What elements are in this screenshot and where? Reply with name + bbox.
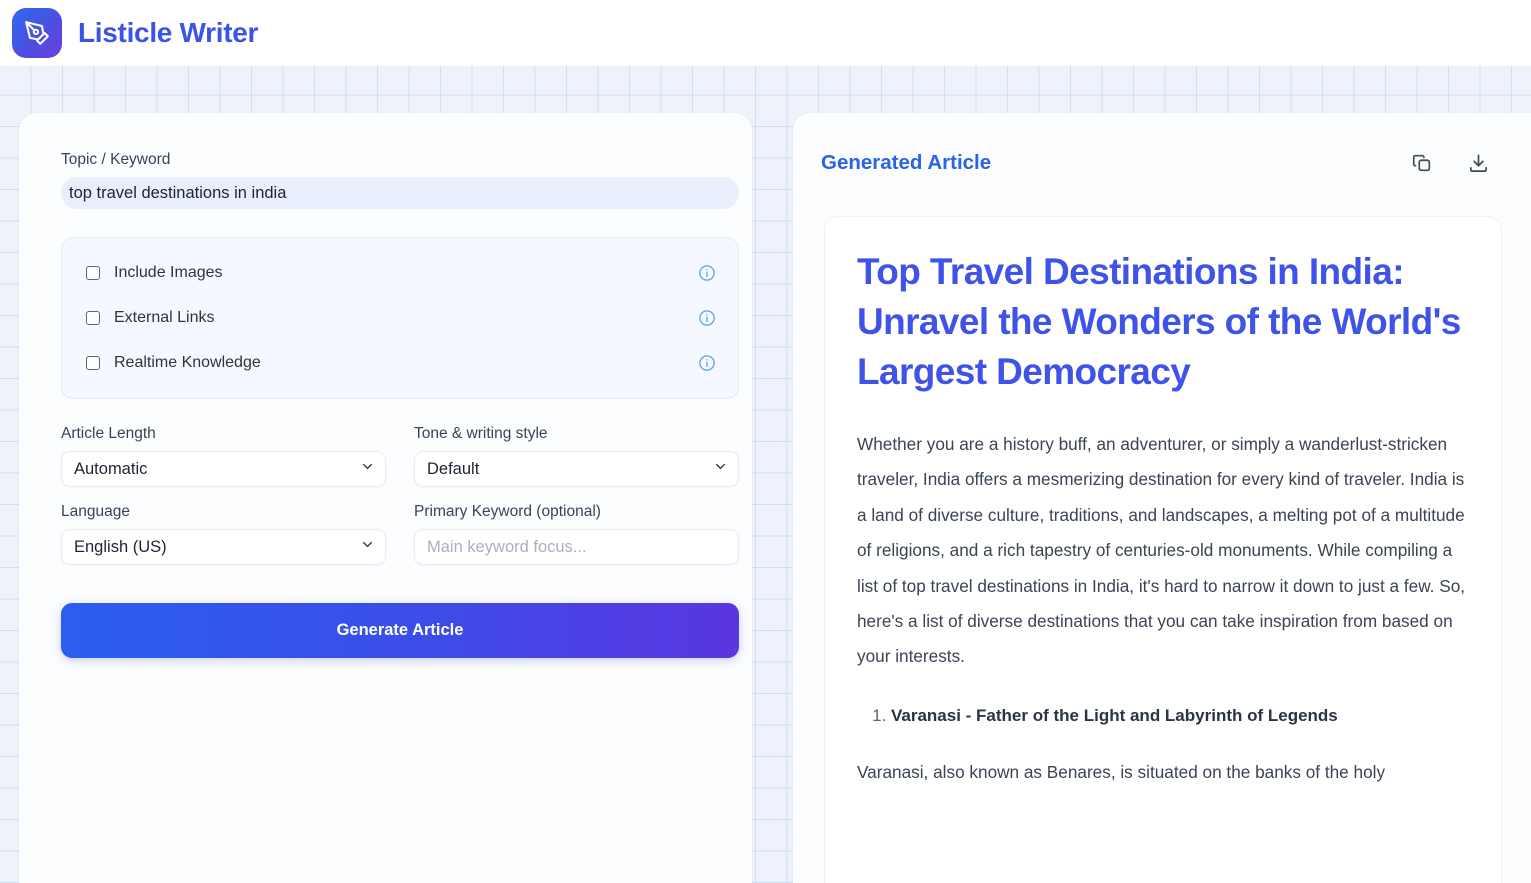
article-length-field: Article Length Automatic: [61, 425, 386, 487]
external-links-label: External Links: [114, 309, 215, 326]
info-circle-icon-external-links[interactable]: [698, 309, 716, 327]
realtime-knowledge-checkbox[interactable]: [86, 356, 100, 370]
page-title: Listicle Writer: [78, 17, 259, 48]
external-links-checkbox[interactable]: [86, 311, 100, 325]
article-length-label: Article Length: [61, 425, 156, 442]
language-field: Language English (US): [61, 503, 386, 565]
list-item: Varanasi - Father of the Light and Labyr…: [891, 701, 1469, 731]
info-circle-icon-realtime-knowledge[interactable]: [698, 354, 716, 372]
info-circle-icon-include-images[interactable]: [698, 264, 716, 282]
options-group: Include Images External Links Realtime K…: [61, 237, 739, 399]
copy-icon[interactable]: [1407, 148, 1437, 178]
article-ordered-list: Varanasi - Father of the Light and Labyr…: [891, 701, 1469, 731]
pen-nib-icon: [12, 8, 62, 58]
app-root: Listicle Writer Topic / Keyword Include …: [0, 0, 1531, 883]
app-header: Listicle Writer: [0, 0, 1531, 66]
settings-row-1: Article Length Automatic Tone & writing …: [61, 425, 739, 487]
topic-keyword-input[interactable]: [61, 177, 739, 209]
generate-article-button[interactable]: Generate Article: [61, 603, 739, 658]
output-panel-header: Generated Article: [793, 113, 1531, 213]
settings-grid: Article Length Automatic Tone & writing …: [61, 425, 739, 658]
article-paragraph-1: Whether you are a history buff, an adven…: [857, 434, 1466, 667]
primary-keyword-field: Primary Keyword (optional): [414, 503, 739, 565]
article-length-select[interactable]: Automatic: [61, 451, 386, 487]
realtime-knowledge-label: Realtime Knowledge: [114, 354, 261, 371]
include-images-label: Include Images: [114, 264, 223, 281]
article-paragraph-2: Varanasi, also known as Benares, is situ…: [857, 761, 1386, 782]
option-row-include-images[interactable]: Include Images: [86, 256, 716, 290]
primary-keyword-label: Primary Keyword (optional): [414, 503, 601, 520]
language-select[interactable]: English (US): [61, 529, 386, 565]
topic-keyword-label: Topic / Keyword: [61, 151, 171, 168]
article-heading: Top Travel Destinations in India: Unrave…: [857, 251, 1461, 392]
generated-article-panel: Generated Article Top Travel Destination…: [793, 113, 1531, 883]
primary-keyword-input[interactable]: [414, 529, 739, 565]
settings-row-2: Language English (US) Primary Keyword (o…: [61, 503, 739, 565]
language-label: Language: [61, 503, 130, 520]
article-content-card: Top Travel Destinations in India: Unrave…: [824, 216, 1502, 883]
article-settings-form: Topic / Keyword Include Images External …: [19, 113, 752, 883]
tone-style-label: Tone & writing style: [414, 425, 548, 442]
download-icon[interactable]: [1463, 148, 1493, 178]
option-row-realtime-knowledge[interactable]: Realtime Knowledge: [86, 346, 716, 380]
option-row-external-links[interactable]: External Links: [86, 301, 716, 335]
include-images-checkbox[interactable]: [86, 266, 100, 280]
tone-style-select[interactable]: Default: [414, 451, 739, 487]
tone-style-field: Tone & writing style Default: [414, 425, 739, 487]
generated-article-title: Generated Article: [821, 151, 992, 174]
